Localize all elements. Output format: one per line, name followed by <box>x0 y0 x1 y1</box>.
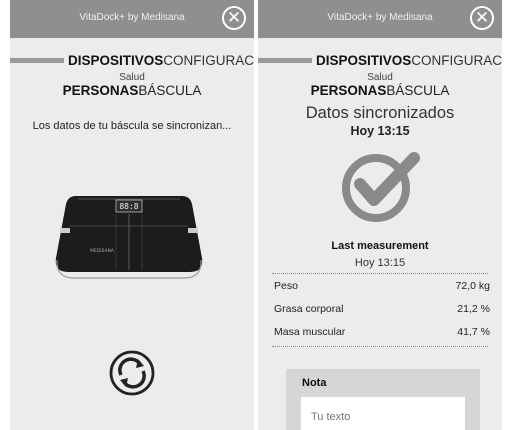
divider <box>272 346 488 347</box>
nav-config[interactable]: CONFIGURACIÓN <box>411 53 502 68</box>
top-nav: DISPOSITIVOSCONFIGURACIÓN <box>258 53 502 69</box>
nav-health[interactable]: Salud <box>258 72 502 83</box>
nav-devices[interactable]: DISPOSITIVOS <box>316 53 411 68</box>
measurement-label: Grasa corporal <box>274 303 344 315</box>
nav-indicator <box>258 58 312 63</box>
nav-scale[interactable]: BÁSCULA <box>138 83 201 98</box>
sync-complete-screen: VitaDock+ by Medisana ✕ DISPOSITIVOSCONF… <box>258 0 502 430</box>
measurement-value: 21,2 % <box>457 303 490 315</box>
note-section: Nota <box>286 369 480 430</box>
check-circle-icon <box>342 152 420 222</box>
close-icon: ✕ <box>226 8 242 27</box>
measurement-label: Peso <box>274 280 298 292</box>
synced-title: Datos sincronizados <box>305 104 455 122</box>
sync-in-progress-screen: VitaDock+ by Medisana ✕ DISPOSITIVOSCONF… <box>10 0 254 430</box>
nav-scale[interactable]: BÁSCULA <box>386 83 449 98</box>
close-icon: ✕ <box>474 8 490 27</box>
measurement-label: Masa muscular <box>274 326 346 338</box>
nav-config[interactable]: CONFIGURACIÓN <box>163 53 254 68</box>
sub-nav: PERSONASBÁSCULA <box>10 83 254 98</box>
scale-brand: MEDISANA <box>90 248 115 254</box>
nav-devices[interactable]: DISPOSITIVOS <box>68 53 163 68</box>
title-bar: VitaDock+ by Medisana ✕ <box>258 0 502 38</box>
nav-indicator <box>10 58 64 63</box>
measurement-row: Masa muscular 41,7 % <box>274 326 490 338</box>
close-button[interactable]: ✕ <box>470 6 494 30</box>
app-title: VitaDock+ by Medisana <box>79 12 185 23</box>
app-title: VitaDock+ by Medisana <box>327 12 433 23</box>
scale-image: 88:8 MEDISANA <box>55 196 203 279</box>
note-label: Nota <box>302 377 327 389</box>
nav-people[interactable]: PERSONAS <box>311 83 387 98</box>
nav-health[interactable]: Salud <box>10 72 254 83</box>
top-nav: DISPOSITIVOSCONFIGURACIÓN <box>10 53 254 69</box>
title-bar: VitaDock+ by Medisana ✕ <box>10 0 254 38</box>
scale-display: 88:8 <box>119 202 138 211</box>
close-button[interactable]: ✕ <box>222 6 246 30</box>
measurement-row: Grasa corporal 21,2 % <box>274 303 490 315</box>
last-measurement-label: Last measurement <box>331 240 429 252</box>
sub-nav: PERSONASBÁSCULA <box>258 83 502 98</box>
measurement-value: 41,7 % <box>457 326 490 338</box>
note-input[interactable] <box>301 397 465 430</box>
synced-time: Hoy 13:15 <box>350 124 410 138</box>
sync-icon[interactable] <box>108 349 156 397</box>
last-measurement-time: Hoy 13:15 <box>354 257 406 269</box>
divider <box>272 273 488 274</box>
measurement-row: Peso 72,0 kg <box>274 280 490 292</box>
sync-message: Los datos de tu báscula se sincronizan..… <box>32 120 232 132</box>
nav-people[interactable]: PERSONAS <box>63 83 139 98</box>
measurement-value: 72,0 kg <box>455 280 490 292</box>
